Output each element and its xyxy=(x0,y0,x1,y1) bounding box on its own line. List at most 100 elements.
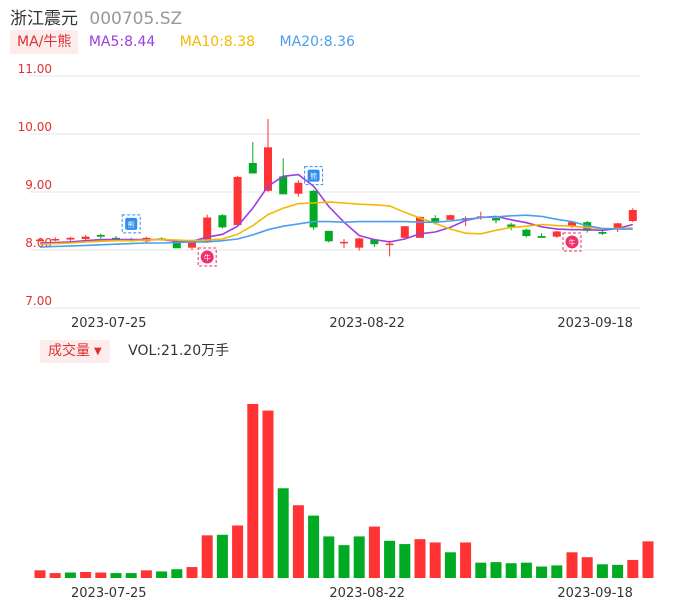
candle-body xyxy=(628,209,637,221)
stock-chart: 11.0010.009.008.007.00 熊牛熊牛 2023-07-25 20… xyxy=(18,62,654,601)
marker-label: 牛 xyxy=(204,253,211,262)
volume-bar xyxy=(277,488,289,578)
price-axis: 11.0010.009.008.007.00 xyxy=(18,62,52,308)
marker-label: 熊 xyxy=(128,220,135,229)
candle-body xyxy=(400,226,409,238)
volume-bar xyxy=(201,535,213,578)
x-tick-label: 2023-09-18 xyxy=(557,586,633,601)
candle-body xyxy=(492,218,500,221)
candle-body xyxy=(522,229,531,237)
candle xyxy=(552,230,561,238)
volume-bar xyxy=(627,559,639,578)
volume-bar xyxy=(186,567,198,578)
candle-body xyxy=(66,237,75,240)
volume-bar xyxy=(353,536,365,578)
volume-bar xyxy=(444,552,456,578)
candle xyxy=(355,237,364,251)
volume-bars xyxy=(34,404,654,578)
bull-marker-icon: 牛 xyxy=(197,247,217,267)
volume-bar xyxy=(323,536,335,578)
candle xyxy=(385,240,394,257)
candle xyxy=(446,214,455,220)
volume-bar xyxy=(34,570,46,578)
volume-bar xyxy=(384,540,396,578)
candle-body xyxy=(51,238,60,241)
candle xyxy=(537,233,546,238)
volume-bar xyxy=(247,404,259,578)
volume-bar xyxy=(232,525,244,578)
volume-bar xyxy=(612,564,624,578)
volume-bar xyxy=(262,410,274,578)
bull-marker-icon: 牛 xyxy=(562,232,582,252)
candle-body xyxy=(81,236,90,239)
price-grid xyxy=(30,75,640,309)
candle xyxy=(233,175,242,226)
candle-body xyxy=(233,176,242,226)
x-tick-label: 2023-07-25 xyxy=(71,316,147,331)
candle xyxy=(218,214,227,229)
volume-bar xyxy=(536,566,548,578)
volume-bar xyxy=(95,572,107,578)
volume-bar xyxy=(338,545,350,578)
candle xyxy=(81,234,90,241)
volume-bar xyxy=(80,571,92,578)
candle-body xyxy=(537,236,546,238)
candle xyxy=(400,226,409,239)
y-tick-label: 10.00 xyxy=(18,120,52,134)
volume-bar xyxy=(414,539,426,578)
volume-bar xyxy=(125,573,137,578)
volume-bar xyxy=(49,573,61,578)
candle-body xyxy=(36,239,44,242)
volume-bar xyxy=(596,564,608,578)
volume-bar xyxy=(171,569,183,578)
y-tick-label: 7.00 xyxy=(25,294,52,308)
bear-marker-icon: 熊 xyxy=(121,214,141,234)
x-tick-label: 2023-09-18 xyxy=(557,316,633,331)
candle xyxy=(294,180,303,197)
candle-body xyxy=(598,232,607,234)
volume-bar xyxy=(581,557,593,578)
candle-body xyxy=(248,163,257,174)
volume-bar xyxy=(110,573,122,578)
candle-body xyxy=(218,215,227,228)
volume-bar xyxy=(490,562,502,578)
candle xyxy=(492,217,500,224)
volume-bar xyxy=(566,552,578,578)
volume-bar xyxy=(520,562,532,578)
volume-bar xyxy=(368,526,380,578)
candle-body xyxy=(96,234,105,237)
candle xyxy=(324,230,333,243)
volume-bar xyxy=(642,541,654,578)
candle-body xyxy=(355,238,364,248)
candle xyxy=(66,236,75,242)
x-tick-label: 2023-08-22 xyxy=(329,316,405,331)
volume-bar xyxy=(292,505,304,578)
candle xyxy=(340,238,348,249)
candle xyxy=(264,118,272,192)
candle xyxy=(248,142,257,174)
volume-bar xyxy=(429,542,441,578)
candle xyxy=(96,233,105,239)
volume-bar xyxy=(308,515,320,578)
candle-body xyxy=(340,241,348,244)
candle xyxy=(522,228,531,238)
volume-x-axis: 2023-07-25 2023-08-22 2023-09-18 xyxy=(71,586,633,601)
volume-bar xyxy=(399,544,411,578)
candle-body xyxy=(294,182,303,194)
volume-bar xyxy=(551,565,563,578)
candle-body xyxy=(385,243,394,246)
x-tick-label: 2023-07-25 xyxy=(71,586,147,601)
volume-bar xyxy=(140,570,152,578)
candle xyxy=(51,237,60,242)
candle xyxy=(628,208,637,223)
candlestick-series xyxy=(36,118,637,257)
volume-bar xyxy=(505,563,517,578)
marker-label: 熊 xyxy=(310,172,317,181)
marker-label: 牛 xyxy=(569,238,576,247)
candle-body xyxy=(446,215,455,220)
candle-body xyxy=(552,231,561,237)
y-tick-label: 9.00 xyxy=(25,178,52,192)
volume-bar xyxy=(156,571,168,578)
candle-body xyxy=(324,230,333,242)
volume-bar xyxy=(64,572,76,578)
